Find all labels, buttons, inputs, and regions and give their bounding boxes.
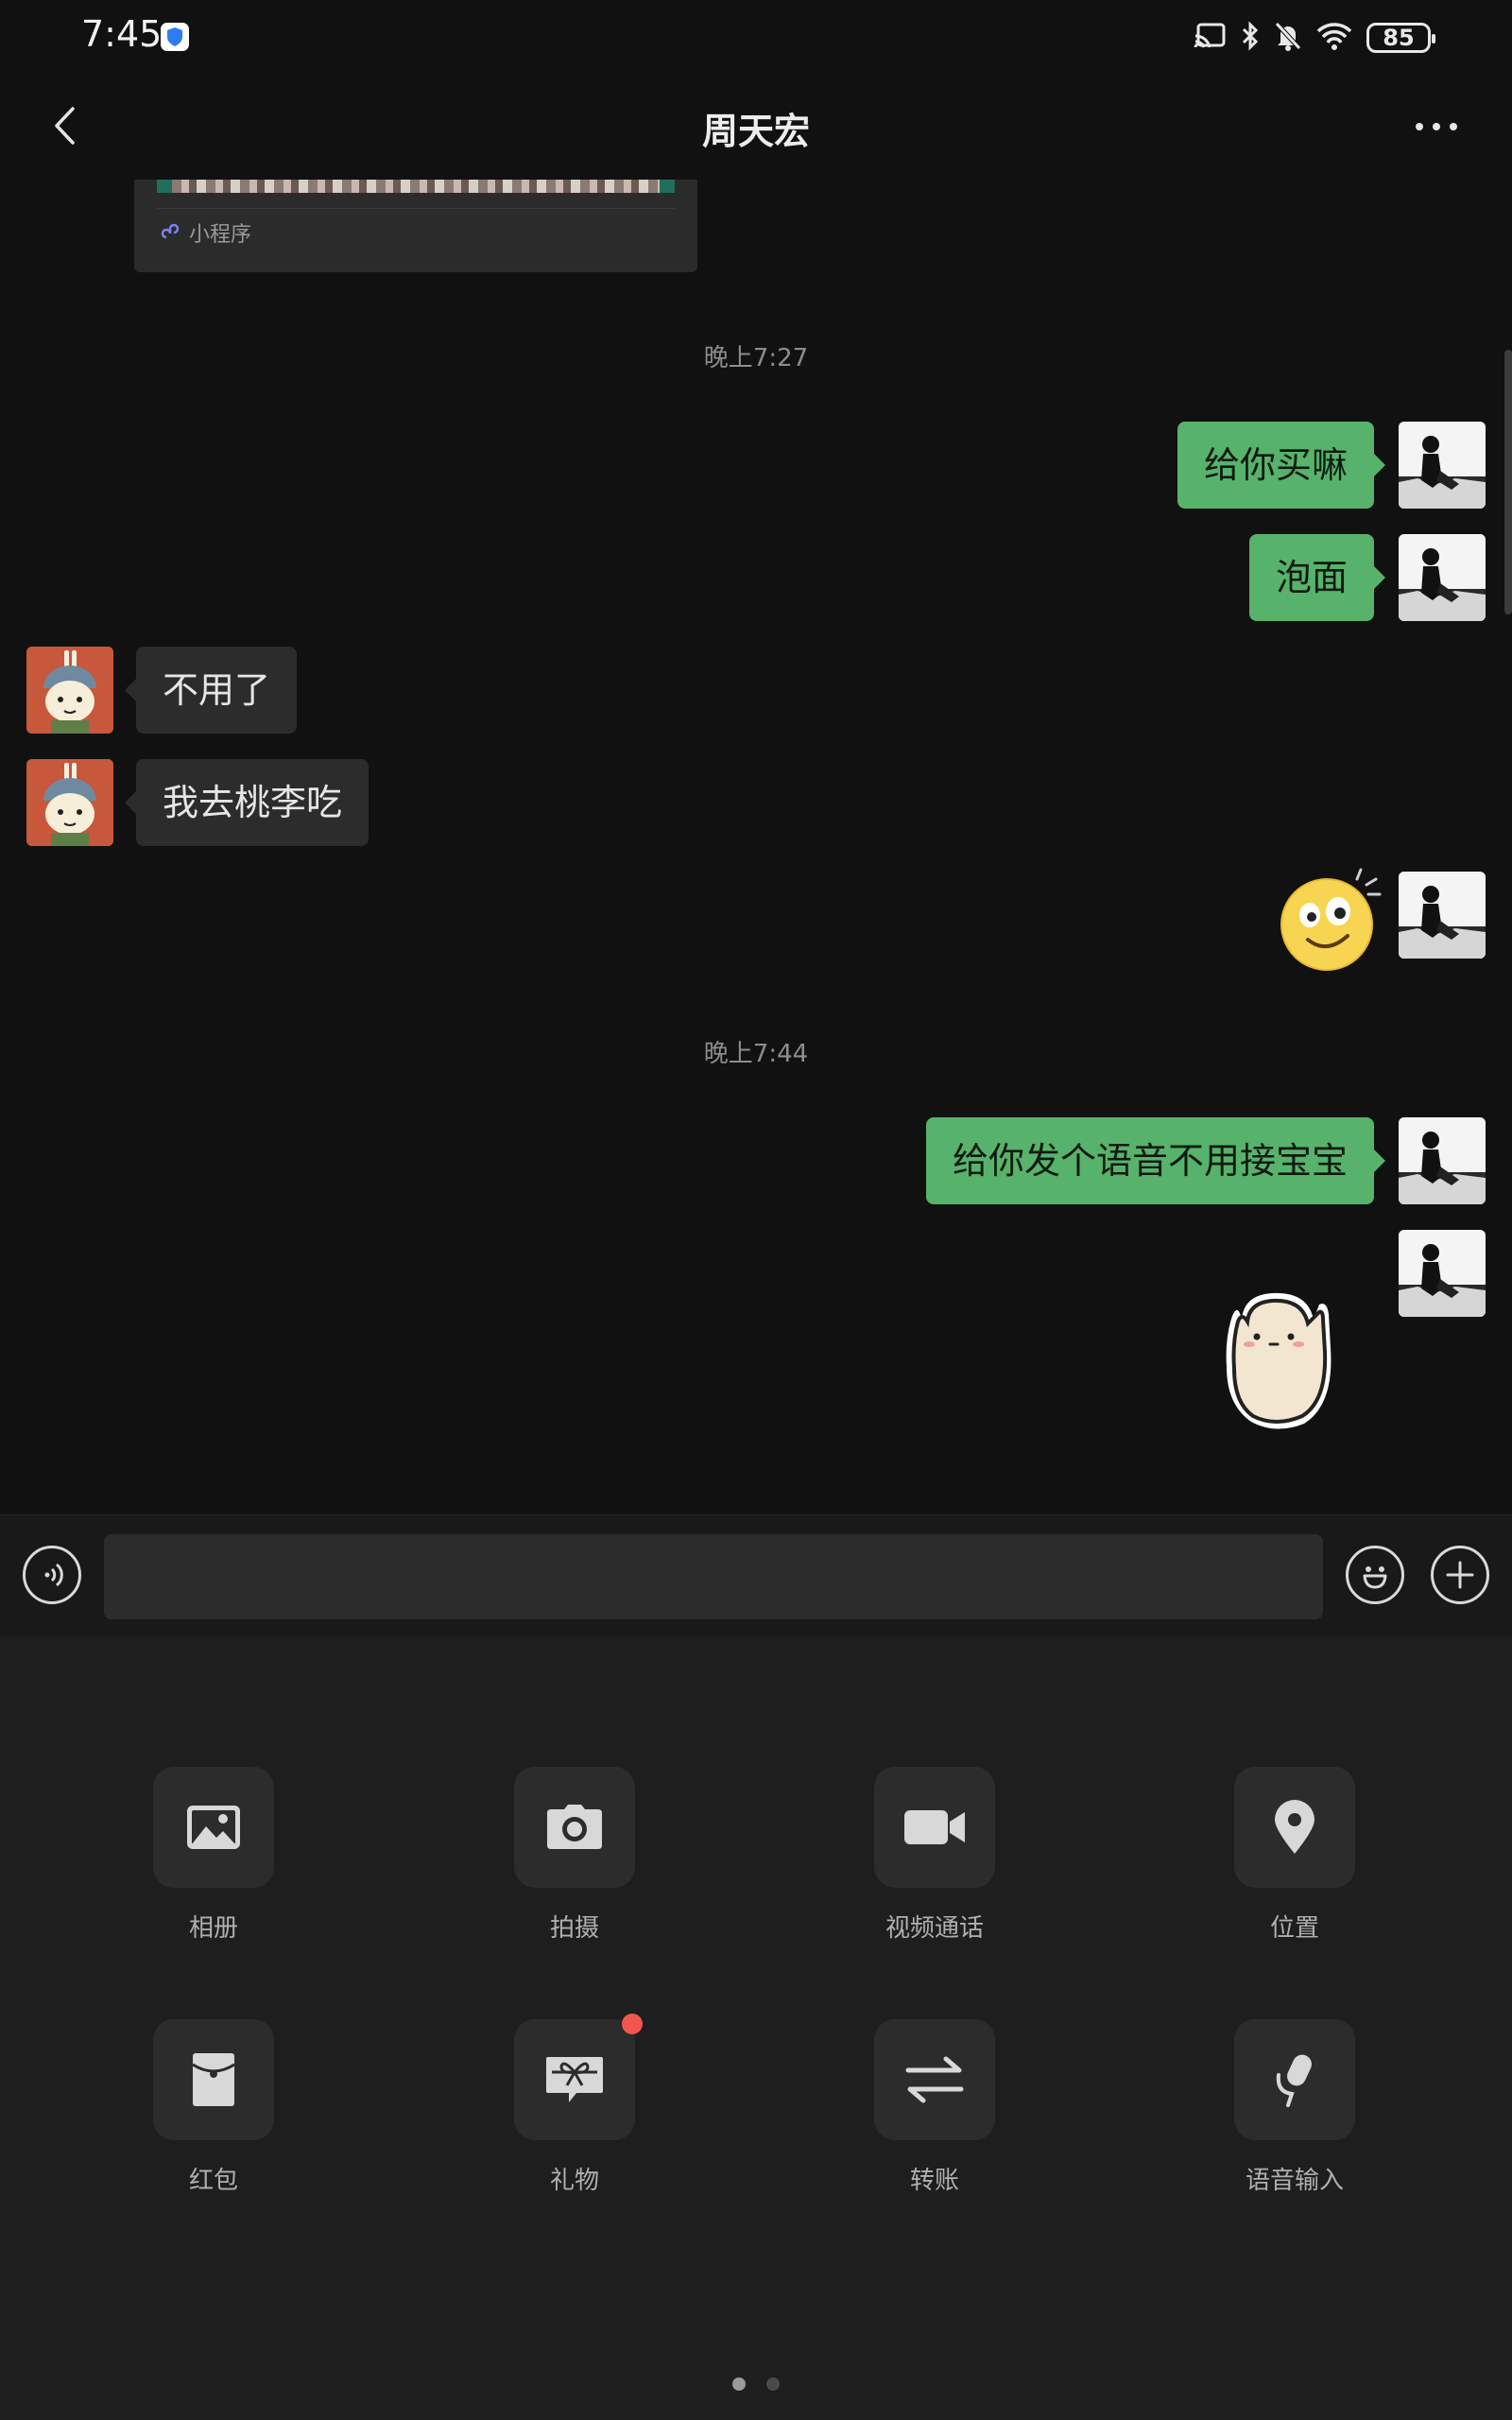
action-label: 拍摄 bbox=[549, 1914, 599, 1943]
message-bubble-sent[interactable]: 泡面 bbox=[1248, 534, 1386, 621]
smiling-emoji-icon bbox=[1280, 868, 1382, 971]
action-gift[interactable]: 礼物 bbox=[480, 2014, 669, 2208]
scrollbar[interactable] bbox=[1504, 350, 1512, 614]
red-packet-icon bbox=[153, 2019, 274, 2140]
mini-program-label: 小程序 bbox=[189, 223, 252, 247]
cast-icon bbox=[1193, 22, 1227, 54]
plus-icon bbox=[1446, 1561, 1474, 1589]
action-label: 转账 bbox=[909, 2167, 959, 2195]
action-label: 语音输入 bbox=[1245, 2167, 1344, 2195]
video-call-icon bbox=[874, 1767, 995, 1888]
action-voice-input[interactable]: 语音输入 bbox=[1200, 2019, 1389, 2208]
action-label: 视频通话 bbox=[885, 1914, 984, 1943]
action-location[interactable]: 位置 bbox=[1200, 1767, 1389, 1956]
action-album[interactable]: 相册 bbox=[119, 1767, 308, 1956]
camera-icon bbox=[514, 1767, 635, 1888]
message-input[interactable] bbox=[104, 1534, 1323, 1619]
waving-blob-sticker-icon bbox=[1226, 1292, 1332, 1429]
more-dot-icon bbox=[1433, 123, 1440, 130]
nav-bar: 周天宏 bbox=[0, 76, 1512, 180]
page-dot[interactable] bbox=[766, 2377, 780, 2391]
more-dot-icon bbox=[1450, 123, 1457, 130]
silent-bell-icon bbox=[1274, 21, 1302, 55]
contact-avatar[interactable] bbox=[26, 647, 113, 734]
mini-program-preview-image bbox=[157, 180, 675, 193]
page-indicator bbox=[0, 2377, 1512, 2391]
photo-album-icon bbox=[153, 1767, 274, 1888]
action-camera[interactable]: 拍摄 bbox=[480, 1767, 669, 1956]
battery-indicator: 85 bbox=[1366, 23, 1435, 53]
new-badge bbox=[622, 2014, 643, 2034]
action-label: 红包 bbox=[188, 2167, 238, 2195]
my-avatar[interactable] bbox=[1399, 872, 1486, 959]
bluetooth-icon bbox=[1240, 21, 1261, 55]
my-avatar[interactable] bbox=[1399, 1230, 1486, 1317]
gift-icon bbox=[514, 2019, 635, 2140]
my-avatar[interactable] bbox=[1399, 422, 1486, 509]
action-transfer[interactable]: 转账 bbox=[840, 2019, 1029, 2208]
microphone-icon bbox=[1234, 2019, 1355, 2140]
action-label: 相册 bbox=[188, 1914, 238, 1943]
message-timestamp: 晚上7:27 bbox=[703, 344, 809, 372]
message-timestamp: 晚上7:44 bbox=[703, 1040, 809, 1068]
divider bbox=[157, 208, 675, 209]
my-avatar[interactable] bbox=[1399, 1117, 1486, 1204]
voice-mode-button[interactable] bbox=[23, 1546, 81, 1604]
more-functions-button[interactable] bbox=[1431, 1546, 1489, 1604]
status-icons: 85 bbox=[1193, 19, 1435, 57]
status-time: 7:45 bbox=[81, 13, 163, 55]
emoji-button[interactable] bbox=[1346, 1546, 1404, 1604]
mini-program-card[interactable]: 小程序 bbox=[134, 180, 697, 272]
chat-title: 周天宏 bbox=[701, 111, 810, 152]
contact-avatar[interactable] bbox=[26, 759, 113, 846]
function-panel: 相册 拍摄 视频通话 位置 红包 礼物 转账 语音输入 bbox=[0, 1636, 1512, 2420]
voice-wave-icon bbox=[44, 1563, 63, 1587]
mini-program-icon bbox=[161, 223, 180, 239]
message-bubble-sent[interactable]: 给你买嘛 bbox=[1177, 422, 1386, 509]
security-shield-icon bbox=[161, 23, 189, 51]
my-avatar[interactable] bbox=[1399, 534, 1486, 621]
message-bubble-received[interactable]: 我去桃李吃 bbox=[124, 759, 369, 846]
page-dot-active[interactable] bbox=[732, 2377, 746, 2391]
input-bar bbox=[0, 1514, 1512, 1637]
message-list[interactable]: 小程序 晚上7:27 给你买嘛 泡面 不用了 我去桃李吃 晚上7:44 给你发个… bbox=[0, 180, 1512, 1514]
sticker-message[interactable] bbox=[1213, 1282, 1346, 1435]
transfer-icon bbox=[874, 2019, 995, 2140]
action-video-call[interactable]: 视频通话 bbox=[840, 1767, 1029, 1956]
action-label: 位置 bbox=[1269, 1914, 1319, 1943]
action-label: 礼物 bbox=[549, 2167, 599, 2195]
message-bubble-sent[interactable]: 给你发个语音不用接宝宝 bbox=[925, 1117, 1386, 1204]
chat-screen: 7:45 85 周天宏 小程序 晚上7:27 给你买嘛 泡面 不用了 我去桃李吃… bbox=[0, 0, 1512, 2420]
wifi-icon bbox=[1315, 21, 1353, 55]
smiley-face-icon bbox=[1363, 1566, 1387, 1589]
emoji-message[interactable] bbox=[1276, 868, 1382, 974]
more-dot-icon bbox=[1416, 123, 1423, 130]
message-bubble-received[interactable]: 不用了 bbox=[124, 647, 298, 734]
more-options-button[interactable] bbox=[1399, 98, 1474, 155]
action-red-packet[interactable]: 红包 bbox=[119, 2019, 308, 2208]
mini-program-tag: 小程序 bbox=[161, 217, 251, 248]
location-pin-icon bbox=[1234, 1767, 1355, 1888]
status-bar: 7:45 85 bbox=[0, 0, 1512, 76]
